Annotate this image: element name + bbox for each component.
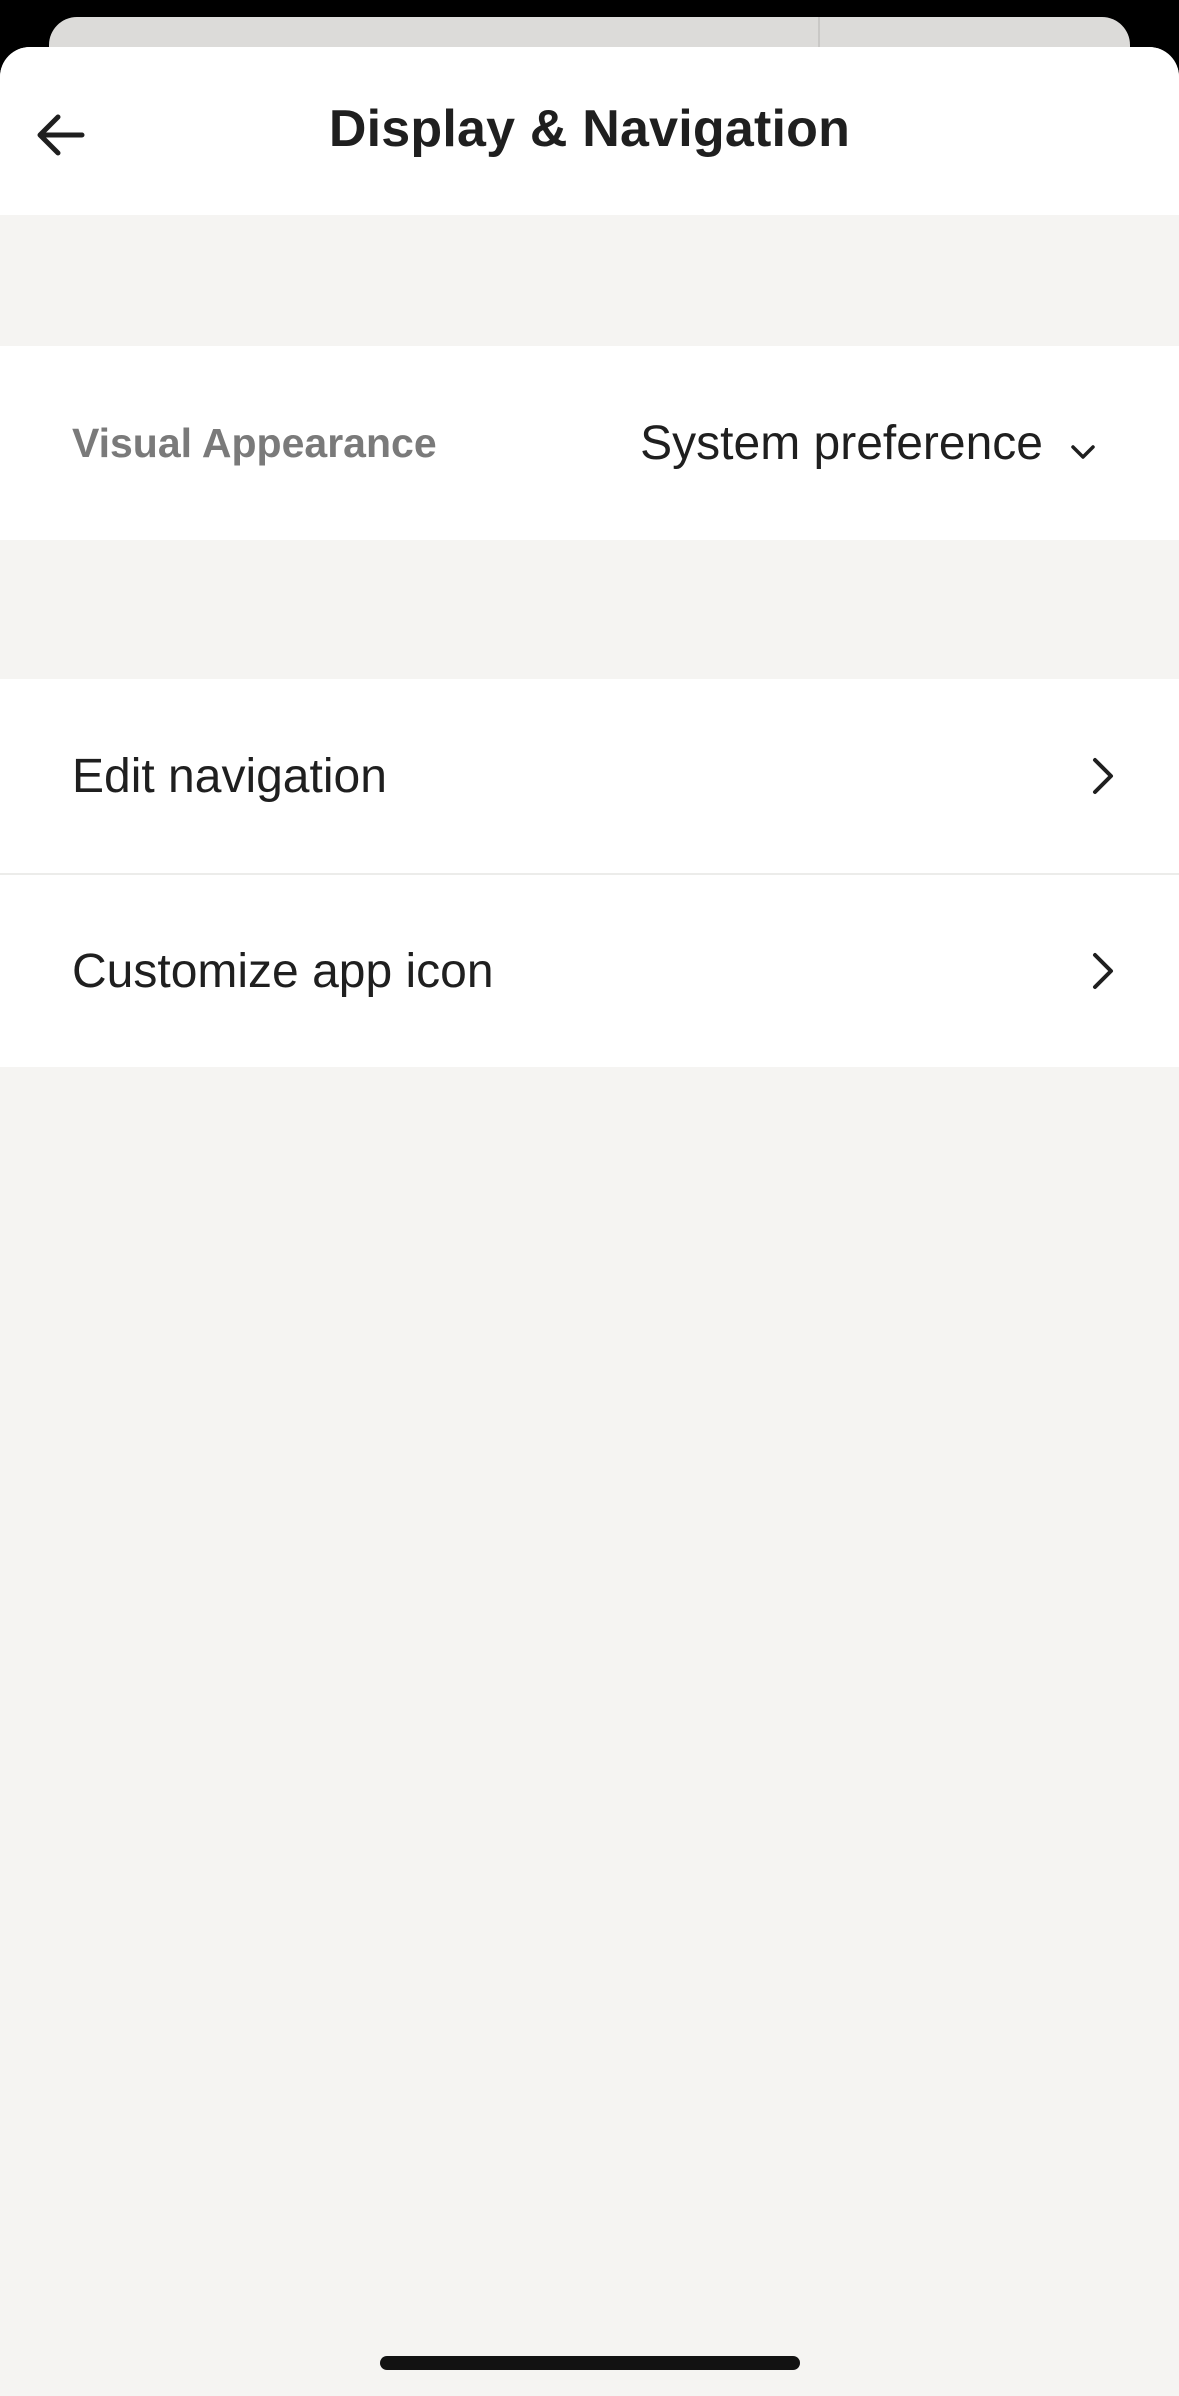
edit-navigation-item[interactable]: Edit navigation — [0, 679, 1179, 873]
navigation-section: Edit navigation Customize app icon — [0, 679, 1179, 1067]
customize-app-icon-label: Customize app icon — [72, 944, 494, 998]
chevron-right-icon — [1093, 758, 1113, 794]
page-title: Display & Navigation — [328, 100, 851, 158]
edit-navigation-label: Edit navigation — [72, 749, 387, 803]
chevron-right-icon — [1093, 953, 1113, 989]
home-indicator — [380, 2356, 800, 2370]
settings-sheet: Display & Navigation Visual Appearance S… — [0, 47, 1179, 2396]
customize-app-icon-item[interactable]: Customize app icon — [0, 875, 1179, 1067]
header-bar: Display & Navigation — [0, 47, 1179, 215]
appearance-section: Visual Appearance System preference — [0, 346, 1179, 540]
chevron-down-icon — [1071, 445, 1095, 459]
visual-appearance-value: System preference — [640, 416, 1043, 470]
visual-appearance-select[interactable]: Visual Appearance System preference — [0, 346, 1179, 540]
visual-appearance-label: Visual Appearance — [72, 419, 437, 466]
